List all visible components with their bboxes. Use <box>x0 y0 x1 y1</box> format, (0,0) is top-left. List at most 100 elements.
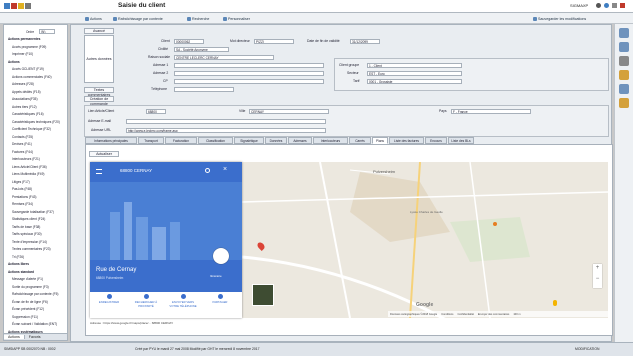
sidebar-item[interactable]: Sortie du programme (F3) <box>12 285 49 289</box>
send-to-phone-action[interactable]: ENVOYER VERS VOTRE TÉLÉPHONE <box>168 294 198 308</box>
sidebar-item[interactable]: Devises (F41) <box>12 142 32 146</box>
sidebar-item[interactable]: Actions commerciales (F40) <box>12 75 52 79</box>
sidebar-item[interactable]: Tarifs de base (F38) <box>12 225 40 229</box>
tab-7[interactable]: Interlocuteurs <box>313 137 348 144</box>
directions-label[interactable]: Itinéraire <box>210 274 222 278</box>
actions-menu-button[interactable]: Actions <box>85 16 102 22</box>
home-icon[interactable] <box>11 3 17 9</box>
rail-print-icon[interactable] <box>619 56 629 66</box>
pegman-icon[interactable] <box>553 300 557 306</box>
advance-button[interactable]: Avancé <box>84 28 114 34</box>
tab-5[interactable]: Données <box>265 137 287 144</box>
abbrev-field[interactable]: PIZZI <box>254 39 294 44</box>
tab-4[interactable]: Signalétique <box>234 137 264 144</box>
sidebar-item[interactable]: Appels dédiés (F15) <box>12 90 41 94</box>
tab-10[interactable]: Liste des factures <box>389 137 424 144</box>
civility-select[interactable]: SA - Société Anonyme <box>174 47 229 52</box>
app-icon[interactable] <box>4 3 10 9</box>
rail-notes-icon[interactable] <box>619 84 629 94</box>
sidebar-item[interactable]: Écran suivant / Validation (ENT) <box>12 322 57 326</box>
map-privacy-link[interactable]: Confidentialité <box>457 313 473 316</box>
sort-input[interactable]: (N) <box>39 29 55 34</box>
rail-docs-icon[interactable] <box>619 98 629 108</box>
cp-field[interactable] <box>174 79 324 84</box>
tab-11[interactable]: Encours <box>425 137 447 144</box>
map-terms-link[interactable]: Conditions <box>441 313 453 316</box>
search-button[interactable]: Recherche <box>187 16 209 22</box>
menu-icon[interactable] <box>96 169 102 174</box>
sidebar-item[interactable]: Remises (F34) <box>12 202 33 206</box>
sidebar-item[interactable]: Adresses (F28) <box>12 82 34 86</box>
sidebar-item[interactable]: Sauvegarde totalisation (F37) <box>12 210 54 214</box>
comments-button[interactable]: Textes commentaires <box>84 87 114 97</box>
tab-8[interactable]: Carrés <box>349 137 371 144</box>
sidebar-item[interactable]: Factures (F44) <box>12 150 33 154</box>
sidebar-item[interactable]: Litiges (F17) <box>12 180 30 184</box>
email-field[interactable] <box>126 119 326 124</box>
map-feedback-link[interactable]: Envoyer des commentaires <box>478 313 509 316</box>
address1-field[interactable] <box>174 63 324 68</box>
city-field[interactable]: CERNAY <box>249 109 329 114</box>
search-nearby-action[interactable]: RECHERCHER À PROXIMITÉ <box>131 294 161 308</box>
sidebar-item[interactable]: Texte d'impression (F14) <box>12 240 47 244</box>
tab-2[interactable]: Facturation <box>165 137 197 144</box>
rail-search-icon[interactable] <box>619 42 629 52</box>
sidebar-item[interactable]: Pas-lots (F48) <box>12 187 32 191</box>
sidebar-item[interactable]: Accès GCLIENT (F19) <box>12 67 44 71</box>
sidebar-item[interactable]: Autres tiers (F12) <box>12 105 37 109</box>
sidebar-item[interactable]: Suppression (F11) <box>12 315 38 319</box>
zoom-out-icon[interactable]: − <box>593 276 602 282</box>
save-button[interactable]: Sauvegarder les modifications <box>533 16 586 22</box>
personalize-button[interactable]: Personnaliser <box>223 16 250 22</box>
sidebar-item[interactable]: Coefficient Technique (F32) <box>12 127 51 131</box>
save-place-action[interactable]: ENREGISTRER <box>94 294 124 304</box>
client-field[interactable]: 00000062 <box>174 39 204 44</box>
search-icon[interactable] <box>205 168 210 173</box>
help-icon[interactable] <box>604 3 609 8</box>
sector-select[interactable]: EST - Euro <box>367 71 462 76</box>
sidebar-item[interactable]: Rafraîchissage par contexte (F5) <box>12 292 58 296</box>
star-icon[interactable] <box>18 3 24 9</box>
minimize-icon[interactable] <box>612 3 617 8</box>
poi-pin-icon[interactable] <box>493 222 497 226</box>
sidebar-item[interactable]: Message d'alerte (F1) <box>12 277 43 281</box>
name-field[interactable]: CENTRE LECLERC CERNAY <box>174 55 274 60</box>
refresh-map-button[interactable]: Actualiser <box>89 151 119 157</box>
region-select[interactable]: 1 - Client <box>367 63 462 68</box>
other-data-button[interactable]: Autres données <box>84 35 114 83</box>
map-search-input[interactable]: 68800 CERNAY <box>120 168 152 173</box>
date-field[interactable]: 31/12/2099 <box>350 39 380 44</box>
satellite-thumb[interactable] <box>252 284 274 306</box>
sidebar-item[interactable]: Textes commentaires (F23) <box>12 247 51 251</box>
tab-3[interactable]: Classification <box>198 137 233 144</box>
address2-field[interactable] <box>174 71 324 76</box>
sidebar-item[interactable]: Écran de fin de ligne (F6) <box>12 300 48 304</box>
share-action[interactable]: PARTAGER <box>205 294 235 304</box>
sidebar-tab-favorites[interactable]: Favoris <box>25 335 45 339</box>
web-field[interactable]: http://www.e-leclerc.com/frame.asp <box>126 128 326 133</box>
sidebar-tab-actions[interactable]: Actions <box>4 335 25 339</box>
rail-folder-icon[interactable] <box>619 70 629 80</box>
sidebar-item[interactable]: Statistiques client (F24) <box>12 217 45 221</box>
close-icon[interactable]: × <box>223 166 227 173</box>
country-select[interactable]: F - France <box>451 109 531 114</box>
sidebar-item[interactable]: Caractéristiques techniques (F20) <box>12 120 60 124</box>
tab-1[interactable]: Transport <box>138 137 164 144</box>
sidebar-item[interactable]: Tri (F26) <box>12 255 24 259</box>
directions-icon[interactable] <box>213 248 229 264</box>
tariff-select[interactable]: 0001 - Grossiste <box>367 79 462 84</box>
rail-home-icon[interactable] <box>619 28 629 38</box>
sidebar-item[interactable]: Liens Multimédia (F49) <box>12 172 44 176</box>
zip-field[interactable]: 68800 <box>146 109 166 114</box>
sidebar-item[interactable]: Associations(F35) <box>12 97 38 101</box>
sidebar-item[interactable]: Imprimer (F10) <box>12 52 33 56</box>
settings-icon[interactable] <box>596 3 601 8</box>
tab-12[interactable]: Liste des BLs <box>448 137 474 144</box>
sidebar-item[interactable]: Prestations (F43) <box>12 195 36 199</box>
sidebar-item[interactable]: Écran précédent (F12) <box>12 307 44 311</box>
sidebar-item[interactable]: Tarifs spéciaux (F30) <box>12 232 42 236</box>
sidebar-item[interactable]: Contacts (F25) <box>12 135 33 139</box>
tab-0[interactable]: Informations principales <box>85 137 137 144</box>
zoom-in-icon[interactable]: + <box>593 265 602 271</box>
create-order-button[interactable]: Création de commande <box>84 96 114 106</box>
